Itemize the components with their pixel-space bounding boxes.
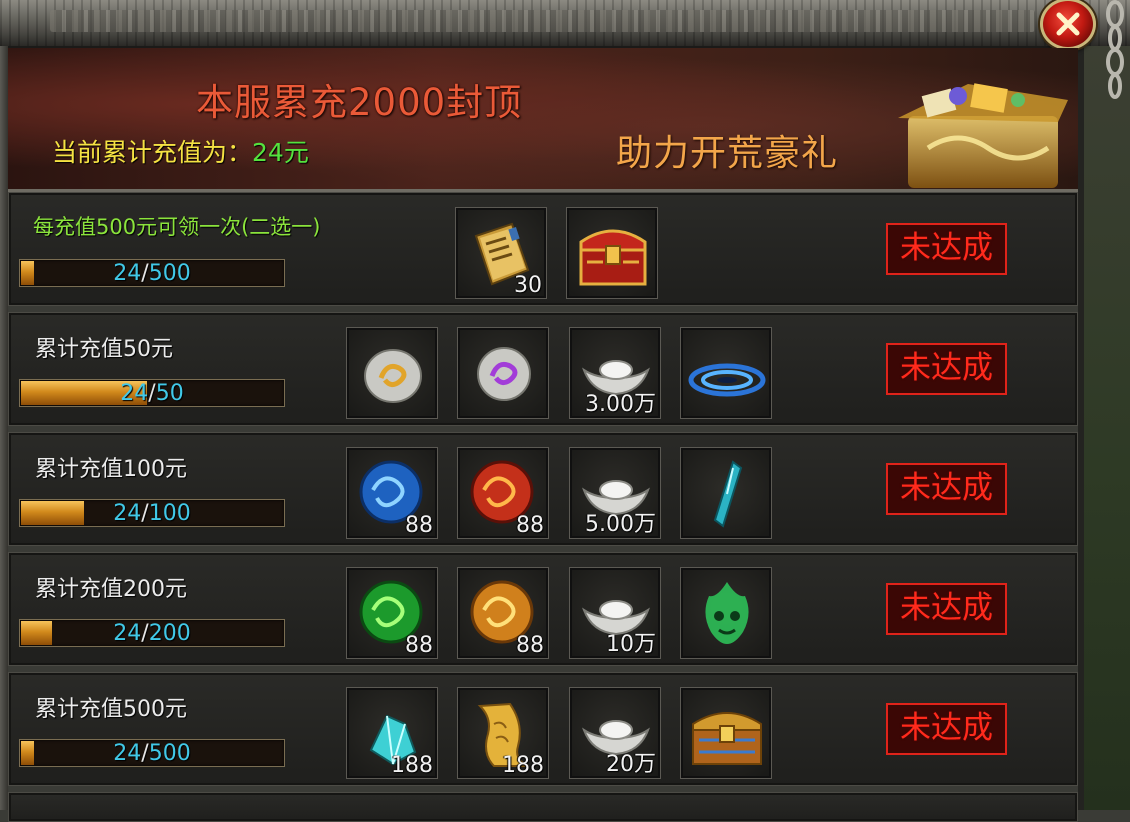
progress-text: 24/200 [20, 621, 284, 646]
reward-item-slot[interactable]: 10万 [569, 567, 661, 659]
banner-title: 本服累充2000封顶 [196, 81, 523, 124]
item-quantity: 188 [502, 753, 544, 778]
item-quantity: 30 [514, 273, 542, 298]
item-quantity: 10万 [606, 632, 656, 657]
current-recharge-label: 当前累计充值为： [52, 138, 253, 167]
tier-label: 累计充值100元 [35, 457, 187, 482]
green-ghost-flame-icon [705, 582, 749, 644]
progress-bar: 24/500 [19, 259, 285, 287]
reward-tier-row-partial [8, 792, 1078, 822]
progress-bar: 24/200 [19, 619, 285, 647]
progress-text: 24/500 [20, 261, 284, 286]
claim-status-button[interactable]: 未达成 [886, 463, 1007, 515]
progress-separator: / [141, 621, 149, 646]
reward-tier-row: 每充值500元可领一次(二选一) 24/500 30 未达成 [8, 192, 1078, 306]
progress-target: 50 [155, 381, 184, 406]
reward-tier-row: 累计充值50元 24/50 3.00万 未达成 [8, 312, 1078, 426]
progress-separator: / [141, 741, 149, 766]
reward-item-slot[interactable]: 88 [457, 447, 549, 539]
window-right-frame [1078, 46, 1130, 810]
tier-label: 累计充值50元 [35, 337, 173, 362]
tier-label: 累计充值500元 [35, 697, 187, 722]
chain-decoration-icon [1106, 0, 1124, 99]
current-recharge-line: 当前累计充值为：24元 [52, 133, 309, 169]
red-treasure-chest-icon [579, 229, 647, 286]
progress-bar: 24/100 [19, 499, 285, 527]
progress-current: 24 [120, 381, 149, 406]
golden-treasure-chest-icon [692, 712, 762, 765]
close-icon [1056, 12, 1080, 36]
banner-subtitle: 助力开荒豪礼 [616, 133, 839, 174]
progress-bar: 24/50 [19, 379, 285, 407]
item-quantity: 88 [516, 633, 544, 658]
reward-tier-row: 累计充值500元 24/500 188 188 20万 未达成 [8, 672, 1078, 786]
progress-current: 24 [113, 621, 142, 646]
window-left-frame [0, 46, 8, 810]
progress-target: 500 [148, 741, 191, 766]
reward-item-slot[interactable] [680, 567, 772, 659]
current-recharge-amount: 24元 [252, 138, 309, 167]
item-quantity: 3.00万 [585, 392, 656, 417]
reward-item-slot[interactable]: 30 [455, 207, 547, 299]
progress-target: 200 [148, 621, 191, 646]
crystal-shard-icon [713, 460, 743, 528]
silver-stone-purple-rune-icon [477, 347, 531, 401]
item-quantity: 188 [391, 753, 433, 778]
item-quantity: 20万 [606, 752, 656, 777]
promo-banner: 本服累充2000封顶 当前累计充值为：24元 助力开荒豪礼 [8, 48, 1078, 192]
reward-item-slot[interactable]: 20万 [569, 687, 661, 779]
reward-item-slot[interactable]: 5.00万 [569, 447, 661, 539]
reward-item-slot[interactable] [680, 687, 772, 779]
progress-current: 24 [113, 501, 142, 526]
treasure-chest-art-icon [898, 83, 1068, 188]
progress-separator: / [148, 381, 156, 406]
reward-item-slot[interactable]: 88 [346, 447, 438, 539]
reward-tier-list: 每充值500元可领一次(二选一) 24/500 30 未达成 累计充值50元 2… [8, 192, 1078, 822]
silver-stone-gold-rune-icon [364, 349, 422, 403]
close-button[interactable] [1040, 0, 1096, 50]
window-top-frame [0, 0, 1130, 48]
reward-item-slot[interactable]: 188 [346, 687, 438, 779]
reward-item-slot[interactable] [566, 207, 658, 299]
progress-text: 24/100 [20, 501, 284, 526]
reward-tier-row: 累计充值100元 24/100 88 88 5.00万 未达成 [8, 432, 1078, 546]
item-quantity: 5.00万 [585, 512, 656, 537]
reward-item-slot[interactable] [680, 447, 772, 539]
reward-item-slot[interactable]: 188 [457, 687, 549, 779]
reward-item-slot[interactable]: 88 [457, 567, 549, 659]
reward-tier-row: 累计充值200元 24/200 88 88 10万 未达成 [8, 552, 1078, 666]
reward-item-slot[interactable] [680, 327, 772, 419]
progress-target: 500 [148, 261, 191, 286]
claim-status-button[interactable]: 未达成 [886, 343, 1007, 395]
item-quantity: 88 [405, 513, 433, 538]
reward-item-slot[interactable] [346, 327, 438, 419]
progress-current: 24 [113, 741, 142, 766]
item-quantity: 88 [405, 633, 433, 658]
reward-item-slot[interactable]: 88 [346, 567, 438, 659]
progress-bar: 24/500 [19, 739, 285, 767]
progress-current: 24 [113, 261, 142, 286]
progress-target: 100 [148, 501, 191, 526]
reward-item-slot[interactable]: 3.00万 [569, 327, 661, 419]
tier-label: 每充值500元可领一次(二选一) [33, 215, 321, 239]
progress-text: 24/50 [20, 381, 284, 406]
item-quantity: 88 [516, 513, 544, 538]
progress-text: 24/500 [20, 741, 284, 766]
progress-separator: / [141, 501, 149, 526]
claim-status-button[interactable]: 未达成 [886, 703, 1007, 755]
claim-status-button[interactable]: 未达成 [886, 583, 1007, 635]
progress-separator: / [141, 261, 149, 286]
claim-status-button[interactable]: 未达成 [886, 223, 1007, 275]
blue-portal-icon [688, 363, 766, 397]
tier-label: 累计充值200元 [35, 577, 187, 602]
reward-item-slot[interactable] [457, 327, 549, 419]
